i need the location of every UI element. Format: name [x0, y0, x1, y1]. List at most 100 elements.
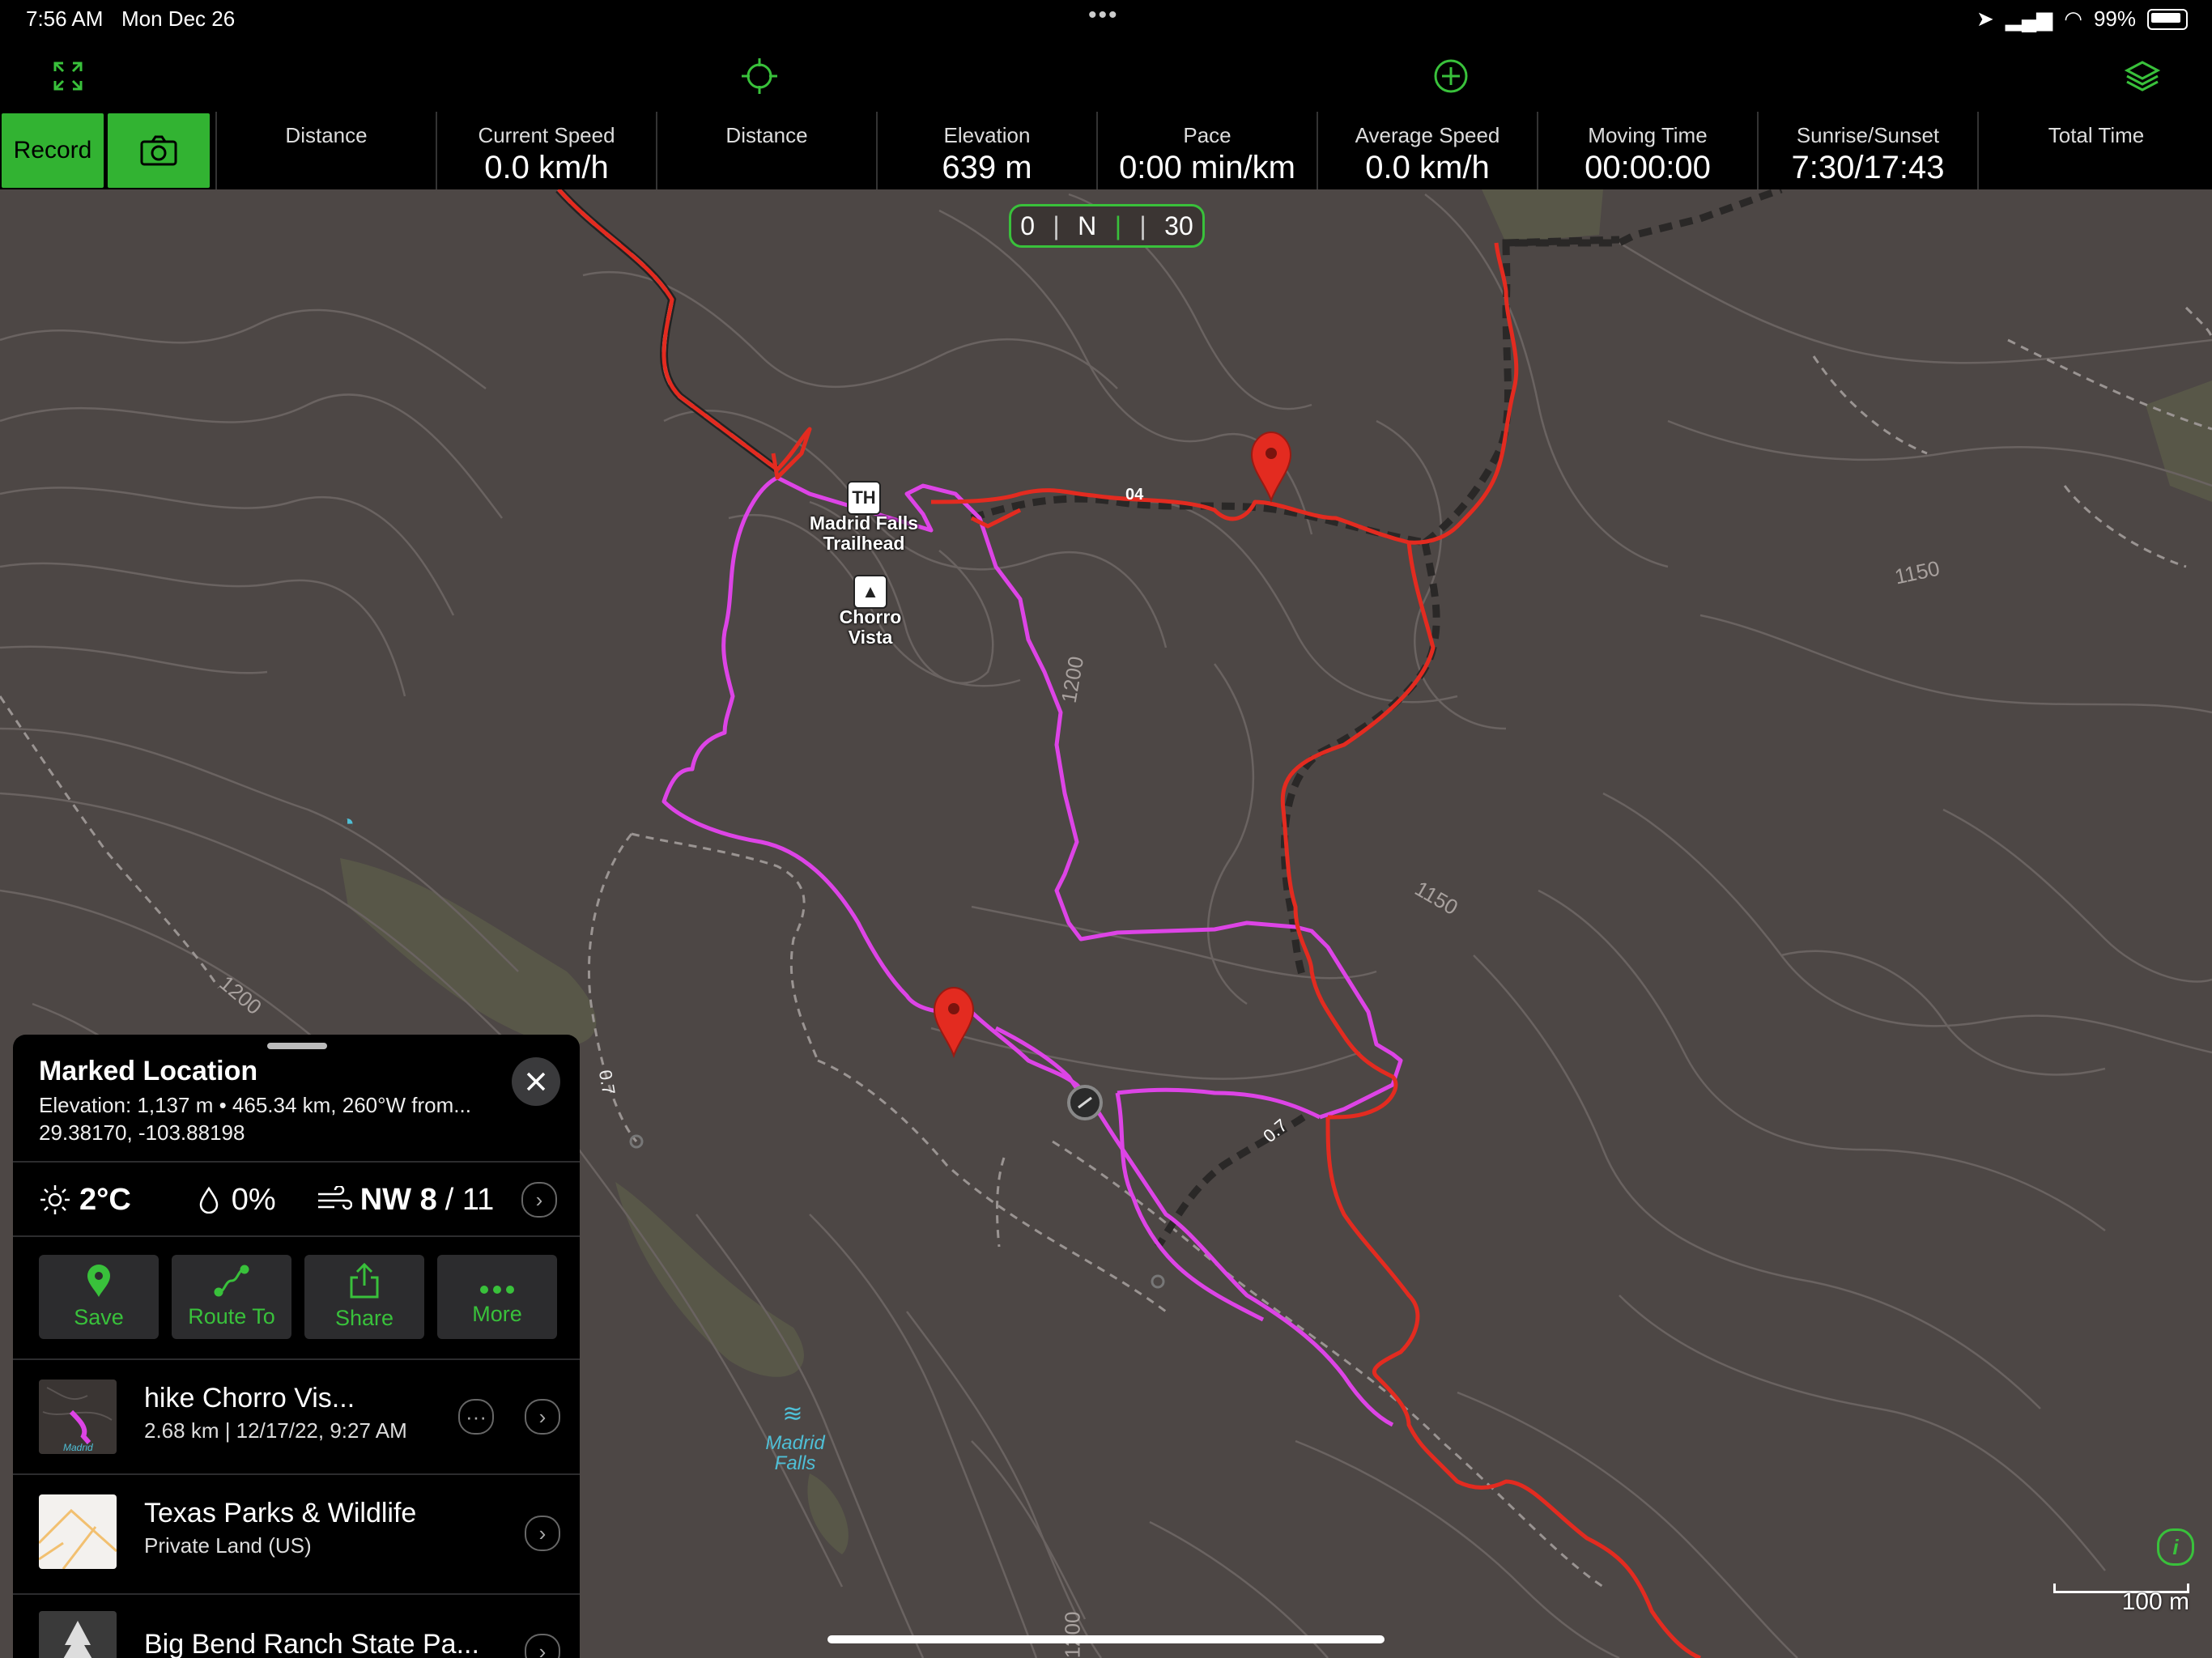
- track-title: hike Chorro Vis...: [144, 1383, 355, 1414]
- stat-label: Current Speed: [478, 123, 615, 147]
- trailhead-icon[interactable]: TH: [847, 481, 881, 515]
- vista-label[interactable]: Chorro Vista: [818, 607, 923, 648]
- stat-distance-2[interactable]: Distance: [656, 112, 876, 189]
- action-buttons: Save Route To Share More: [39, 1255, 557, 1344]
- layers-icon[interactable]: [2116, 50, 2168, 102]
- stat-current-speed[interactable]: Current Speed 0.0 km/h: [436, 112, 656, 189]
- divider: [13, 1593, 580, 1595]
- trail-distance-label: 0.7: [594, 1068, 619, 1097]
- drop-icon: [198, 1186, 220, 1214]
- stat-elevation[interactable]: Elevation 639 m: [876, 112, 1096, 189]
- compass-tick: |: [1053, 210, 1060, 240]
- record-button[interactable]: Record: [2, 113, 104, 188]
- battery-icon: [2147, 8, 2188, 30]
- elevation-info: Elevation: 1,137 m • 465.34 km, 260°W fr…: [39, 1093, 471, 1117]
- stat-sunrise-sunset[interactable]: Sunrise/Sunset 7:30/17:43: [1757, 112, 1977, 189]
- add-icon[interactable]: [1425, 50, 1477, 102]
- precipitation: 0%: [231, 1182, 276, 1217]
- chevron-right-icon[interactable]: ›: [525, 1399, 560, 1435]
- locate-icon[interactable]: [734, 50, 785, 102]
- stat-moving-time[interactable]: Moving Time 00:00:00: [1537, 112, 1757, 189]
- chevron-right-icon[interactable]: ›: [521, 1182, 557, 1218]
- land-title: Texas Parks & Wildlife: [144, 1498, 417, 1528]
- stat-value: 0.0 km/h: [1365, 150, 1490, 185]
- stat-label: Average Speed: [1355, 123, 1500, 147]
- stat-value: 00:00:00: [1585, 150, 1711, 185]
- divider: [13, 1161, 580, 1163]
- chevron-right-icon[interactable]: ›: [525, 1516, 560, 1551]
- stat-label: Pace: [1183, 123, 1231, 147]
- close-button[interactable]: [512, 1057, 560, 1106]
- red-pin-markers[interactable]: [933, 408, 1292, 1120]
- camera-button[interactable]: [108, 113, 210, 188]
- stat-distance[interactable]: Distance: [215, 112, 436, 189]
- multitask-dots[interactable]: •••: [1088, 2, 1119, 29]
- list-item-track[interactable]: Madrid hike Chorro Vis... 2.68 km | 12/1…: [39, 1365, 560, 1462]
- stat-label: Total Time: [2048, 123, 2145, 147]
- status-time: 7:56 AM: [26, 6, 104, 31]
- share-label: Share: [334, 1306, 394, 1330]
- top-toolbar: [0, 42, 2212, 112]
- expand-icon[interactable]: [42, 50, 94, 102]
- compass-right: 30: [1164, 210, 1193, 240]
- more-button[interactable]: More: [437, 1255, 557, 1339]
- camera-icon: [140, 135, 177, 166]
- stat-value: 7:30/17:43: [1791, 150, 1945, 185]
- map-pin-icon: [1250, 431, 1292, 504]
- wifi-icon: ◠: [2064, 6, 2082, 31]
- stat-label: Moving Time: [1588, 123, 1708, 147]
- land-subtitle: Private Land (US): [144, 1533, 312, 1558]
- route-to-button[interactable]: Route To: [172, 1255, 291, 1339]
- stat-total-time[interactable]: Total Time: [1977, 112, 2212, 189]
- track-subtitle: 2.68 km | 12/17/22, 9:27 AM: [144, 1418, 407, 1443]
- stat-label: Elevation: [943, 123, 1031, 147]
- divider: [13, 1473, 580, 1475]
- campsite-icon[interactable]: ▲: [853, 575, 887, 609]
- more-icon: [479, 1268, 515, 1302]
- ellipsis-icon[interactable]: ···: [458, 1399, 494, 1435]
- red-track: [557, 189, 1701, 1658]
- temperature: 2°C: [79, 1182, 131, 1217]
- stat-average-speed[interactable]: Average Speed 0.0 km/h: [1317, 112, 1537, 189]
- list-item-park[interactable]: Big Bend Ranch State Pa... ›: [39, 1601, 560, 1658]
- scale-bar: 100 m: [2053, 1580, 2189, 1615]
- save-button[interactable]: Save: [39, 1255, 159, 1339]
- status-date: Mon Dec 26: [121, 6, 236, 31]
- list-item-land[interactable]: Texas Parks & Wildlife Private Land (US)…: [39, 1480, 560, 1577]
- stat-label: Distance: [285, 123, 368, 147]
- track-thumbnail: Madrid: [39, 1380, 117, 1454]
- more-label: More: [472, 1301, 522, 1326]
- route-icon: [214, 1265, 249, 1304]
- wind-icon: [317, 1186, 352, 1214]
- chevron-right-icon[interactable]: ›: [525, 1634, 560, 1658]
- panel-title: Marked Location: [39, 1056, 258, 1086]
- park-title: Big Bend Ranch State Pa...: [144, 1629, 479, 1658]
- marked-location-sheet: Marked Location Elevation: 1,137 m • 465…: [13, 1035, 580, 1658]
- home-indicator[interactable]: [827, 1635, 1385, 1643]
- share-button[interactable]: Share: [304, 1255, 424, 1339]
- sheet-grabber[interactable]: [267, 1043, 327, 1049]
- location-arrow-icon: ➤: [1976, 6, 1994, 31]
- sun-icon: [39, 1184, 71, 1216]
- stat-label: Sunrise/Sunset: [1796, 123, 1940, 147]
- weather-row[interactable]: 2°C 0% NW 8 / 11 ›: [39, 1172, 557, 1227]
- trail-number-label: 04: [1125, 486, 1144, 504]
- compass-bar[interactable]: 0 | N | | 30: [1009, 204, 1205, 248]
- compass-tick: |: [1114, 210, 1121, 240]
- stat-pace[interactable]: Pace 0:00 min/km: [1096, 112, 1317, 189]
- status-right: ➤ ▂▄▆ ◠ 99%: [1976, 6, 2188, 32]
- trailhead-label[interactable]: Madrid Falls Trailhead: [787, 513, 941, 554]
- close-icon: [526, 1072, 546, 1091]
- land-thumbnail: [39, 1494, 117, 1569]
- wind-gust: / 11: [445, 1182, 495, 1217]
- stat-value: 639 m: [942, 150, 1032, 185]
- stats-bar: Record Distance Current Speed 0.0 km/h D…: [0, 112, 2212, 190]
- info-icon[interactable]: i: [2157, 1528, 2194, 1566]
- park-thumbnail: [39, 1611, 117, 1658]
- signal-icon: ▂▄▆: [2005, 6, 2053, 31]
- falls-label[interactable]: Madrid Falls: [747, 1433, 844, 1473]
- wind-speed: NW 8: [359, 1182, 437, 1217]
- divider: [13, 1235, 580, 1237]
- route-to-label: Route To: [188, 1304, 275, 1329]
- save-label: Save: [74, 1305, 124, 1329]
